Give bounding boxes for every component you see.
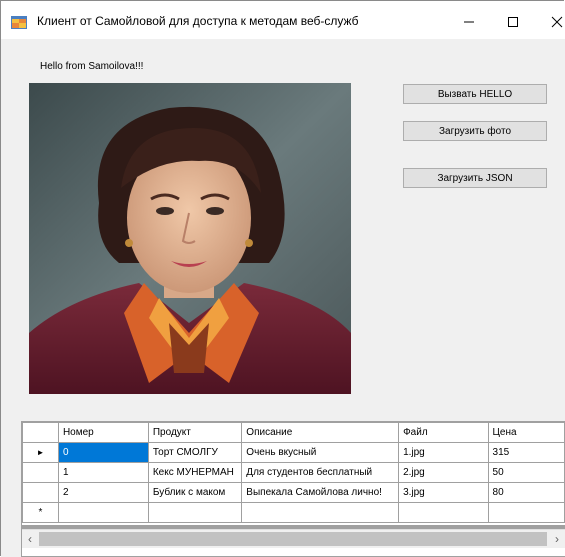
hello-label: Hello from Samoilova!!! — [40, 61, 144, 72]
cell-number[interactable]: 2 — [57, 482, 149, 503]
column-header-price[interactable]: Цена — [487, 422, 565, 443]
new-cell-number[interactable] — [57, 502, 149, 523]
load-photo-button[interactable]: Загрузить фото — [403, 121, 547, 141]
scroll-left-icon[interactable]: ‹ — [22, 530, 38, 548]
new-cell-description[interactable] — [241, 502, 400, 523]
cell-description[interactable]: Очень вкусный — [241, 442, 400, 463]
minimize-icon — [464, 21, 474, 23]
column-header-number[interactable]: Номер — [57, 422, 149, 443]
cell-product[interactable]: Кекс МУНЕРМАН — [147, 462, 243, 483]
table-row[interactable]: 2 Бублик с маком Выпекала Самойлова личн… — [22, 482, 565, 503]
cell-description[interactable]: Для студентов бесплатный — [241, 462, 400, 483]
table-row[interactable]: ► 0 Торт СМОЛГУ Очень вкусный 1.jpg 315 — [22, 442, 565, 463]
scroll-thumb[interactable] — [39, 532, 547, 546]
row-header-corner[interactable] — [22, 422, 59, 443]
cell-product[interactable]: Торт СМОЛГУ — [147, 442, 243, 463]
column-header-description[interactable]: Описание — [241, 422, 400, 443]
table-row[interactable]: 1 Кекс МУНЕРМАН Для студентов бесплатный… — [22, 462, 565, 483]
column-header-product[interactable]: Продукт — [147, 422, 243, 443]
header-row: Номер Продукт Описание Файл Цена — [22, 422, 565, 443]
portrait-photo — [29, 83, 351, 394]
scroll-right-icon[interactable]: › — [549, 530, 565, 548]
maximize-button[interactable] — [493, 9, 533, 35]
close-icon — [551, 16, 563, 28]
load-json-button[interactable]: Загрузить JSON — [403, 168, 547, 188]
products-table: Номер Продукт Описание Файл Цена ► 0 Тор… — [22, 422, 565, 523]
cell-number[interactable]: 1 — [57, 462, 149, 483]
new-row-marker[interactable]: * — [22, 502, 59, 523]
call-hello-button[interactable]: Вызвать HELLO — [403, 84, 547, 104]
new-cell-product[interactable] — [147, 502, 243, 523]
cell-description[interactable]: Выпекала Самойлова лично! — [241, 482, 400, 503]
title-bar: Клиент от Самойловой для доступа к метод… — [1, 1, 565, 39]
column-header-file[interactable]: Файл — [398, 422, 489, 443]
new-row[interactable]: * — [22, 502, 565, 523]
client-area: Hello from Samoilova!!! Вызвать HELLO За… — [1, 39, 565, 557]
cell-product[interactable]: Бублик с маком — [147, 482, 243, 503]
new-cell-price[interactable] — [487, 502, 565, 523]
minimize-button[interactable] — [449, 9, 489, 35]
cell-number[interactable]: 0 — [57, 442, 149, 463]
close-button[interactable] — [537, 9, 565, 35]
window-title: Клиент от Самойловой для доступа к метод… — [37, 14, 359, 28]
current-row-marker[interactable]: ► — [22, 442, 59, 463]
cell-price[interactable]: 315 — [487, 442, 565, 463]
cell-file[interactable]: 3.jpg — [398, 482, 489, 503]
horizontal-scrollbar[interactable]: ‹ › — [22, 529, 565, 548]
new-cell-file[interactable] — [398, 502, 489, 523]
maximize-icon — [508, 17, 518, 27]
cell-file[interactable]: 2.jpg — [398, 462, 489, 483]
row-header[interactable] — [22, 482, 59, 503]
app-window-icon — [11, 16, 27, 29]
cell-price[interactable]: 80 — [487, 482, 565, 503]
main-window: Клиент от Самойловой для доступа к метод… — [0, 0, 565, 557]
row-header[interactable] — [22, 462, 59, 483]
products-grid[interactable]: Номер Продукт Описание Файл Цена ► 0 Тор… — [21, 421, 565, 557]
portrait-photo-image — [29, 83, 351, 394]
cell-price[interactable]: 50 — [487, 462, 565, 483]
cell-file[interactable]: 1.jpg — [398, 442, 489, 463]
